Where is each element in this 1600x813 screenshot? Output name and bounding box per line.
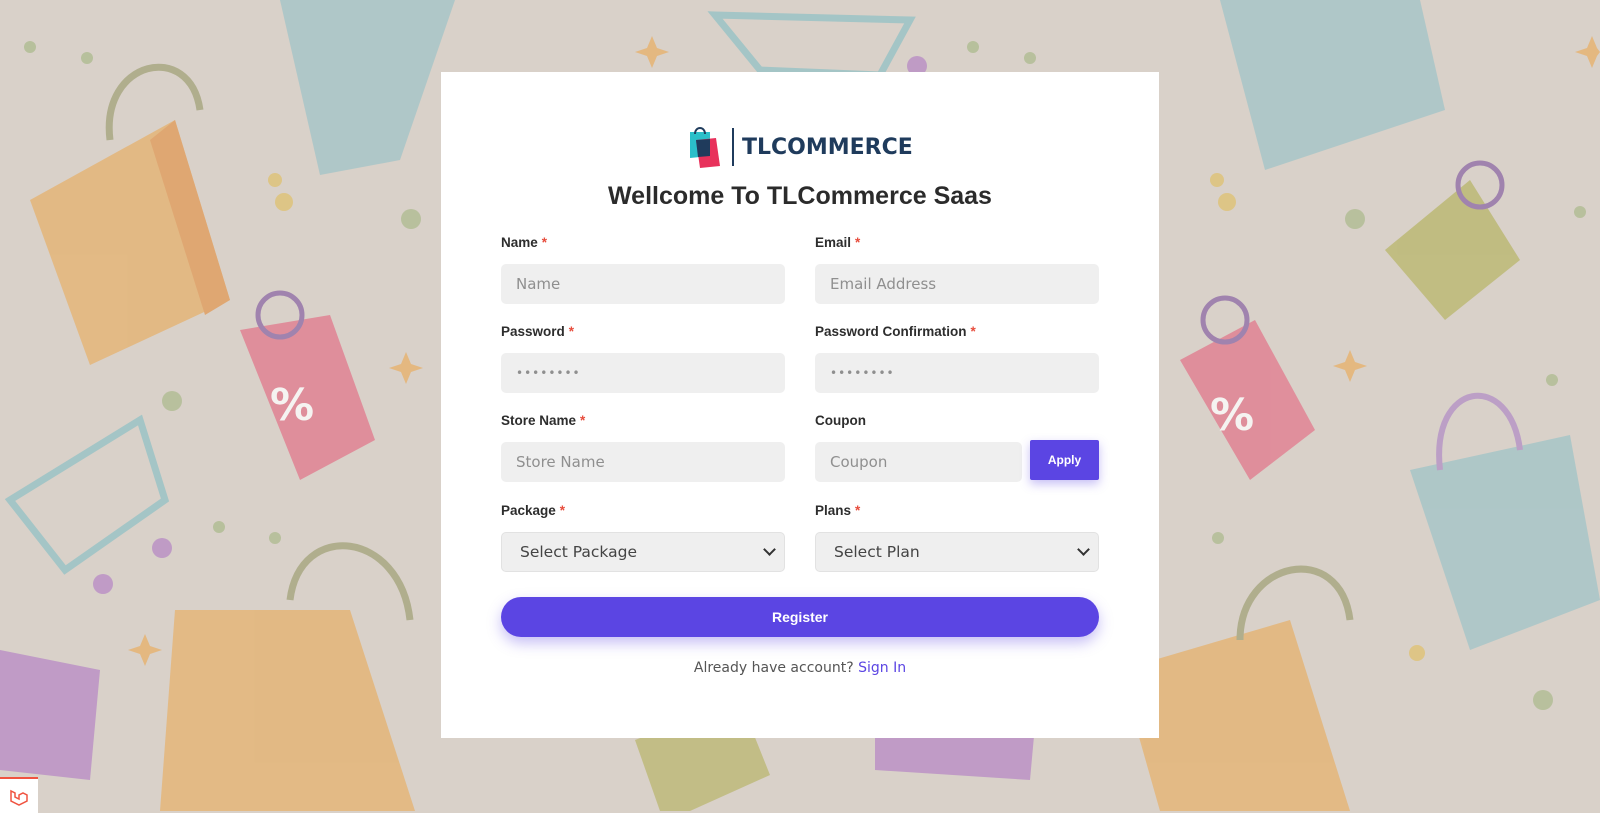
package-label-text: Package xyxy=(501,503,556,518)
shopping-bag-icon xyxy=(280,0,455,175)
password-confirmation-input[interactable]: •••••••• xyxy=(815,353,1099,393)
email-label: Email * xyxy=(815,234,1099,252)
coupon-field-group: Coupon Coupon xyxy=(815,412,1022,482)
shopping-bag-icon xyxy=(1220,0,1445,170)
name-label-text: Name xyxy=(501,235,538,250)
package-select[interactable]: Select Package xyxy=(501,532,785,572)
plans-select[interactable]: Select Plan xyxy=(815,532,1099,572)
name-field-group: Name * Name xyxy=(501,234,785,304)
plans-select-value: Select Plan xyxy=(834,543,920,561)
email-input[interactable]: Email Address xyxy=(815,264,1099,304)
store-name-input[interactable]: Store Name xyxy=(501,442,785,482)
store-name-label-text: Store Name xyxy=(501,413,577,428)
chevron-down-icon xyxy=(1077,543,1090,556)
required-indicator: * xyxy=(568,324,575,339)
required-indicator: * xyxy=(970,324,976,339)
required-indicator: * xyxy=(580,413,586,428)
laravel-icon xyxy=(10,789,28,806)
shopping-bag-icon xyxy=(1410,392,1600,650)
password-label: Password * xyxy=(501,323,785,341)
plans-label: Plans * xyxy=(815,502,1099,520)
package-label: Package * xyxy=(501,502,785,520)
shopping-bags-logo-icon xyxy=(690,127,720,168)
shopping-cart-icon xyxy=(707,11,916,79)
required-indicator: * xyxy=(855,235,861,250)
password-confirmation-field-group: Password Confirmation * •••••••• xyxy=(815,323,1099,393)
coupon-input[interactable]: Coupon xyxy=(815,442,1022,482)
laravel-debug-badge[interactable] xyxy=(0,777,38,813)
email-field-group: Email * Email Address xyxy=(815,234,1099,304)
store-name-label: Store Name * xyxy=(501,412,785,430)
brand-logo: TLCOMMERCE xyxy=(686,126,913,168)
svg-text:%: % xyxy=(270,380,314,431)
name-label: Name * xyxy=(501,234,785,252)
required-indicator: * xyxy=(541,235,548,250)
signin-prompt: Already have account? Sign In xyxy=(441,660,1159,676)
signin-link[interactable]: Sign In xyxy=(858,660,906,676)
brand-logo-text: TLCOMMERCE xyxy=(742,134,913,160)
discount-tag-icon: % xyxy=(1180,295,1315,480)
discount-tag-icon: % xyxy=(240,290,375,480)
chevron-down-icon xyxy=(763,543,776,556)
apply-coupon-button[interactable]: Apply xyxy=(1030,440,1099,480)
password-confirmation-label-text: Password Confirmation xyxy=(815,324,967,339)
password-confirmation-label: Password Confirmation * xyxy=(815,323,1099,341)
plans-label-text: Plans xyxy=(815,503,852,518)
package-select-value: Select Package xyxy=(520,543,637,561)
password-field-group: Password * •••••••• xyxy=(501,323,785,393)
logo-divider xyxy=(732,128,734,166)
email-label-text: Email xyxy=(815,235,852,250)
password-input[interactable]: •••••••• xyxy=(501,353,785,393)
name-input[interactable]: Name xyxy=(501,264,785,304)
plans-field-group: Plans * Select Plan xyxy=(815,502,1099,572)
password-label-text: Password xyxy=(501,324,565,339)
store-name-field-group: Store Name * Store Name xyxy=(501,412,785,482)
page-title: Wellcome To TLCommerce Saas xyxy=(608,182,992,210)
shopping-cart-icon xyxy=(4,414,170,575)
discount-tag-icon xyxy=(1385,160,1520,320)
shopping-bag-icon xyxy=(160,542,415,811)
required-indicator: * xyxy=(559,503,566,518)
required-indicator: * xyxy=(855,503,861,518)
registration-card: TLCOMMERCE Wellcome To TLCommerce Saas N… xyxy=(441,72,1159,738)
package-field-group: Package * Select Package xyxy=(501,502,785,572)
shopping-bag-icon xyxy=(30,63,230,365)
register-button[interactable]: Register xyxy=(501,597,1099,637)
credit-card-icon xyxy=(0,650,100,780)
svg-text:%: % xyxy=(1210,390,1254,441)
signin-prompt-text: Already have account? xyxy=(693,660,854,676)
coupon-label: Coupon xyxy=(815,413,866,428)
